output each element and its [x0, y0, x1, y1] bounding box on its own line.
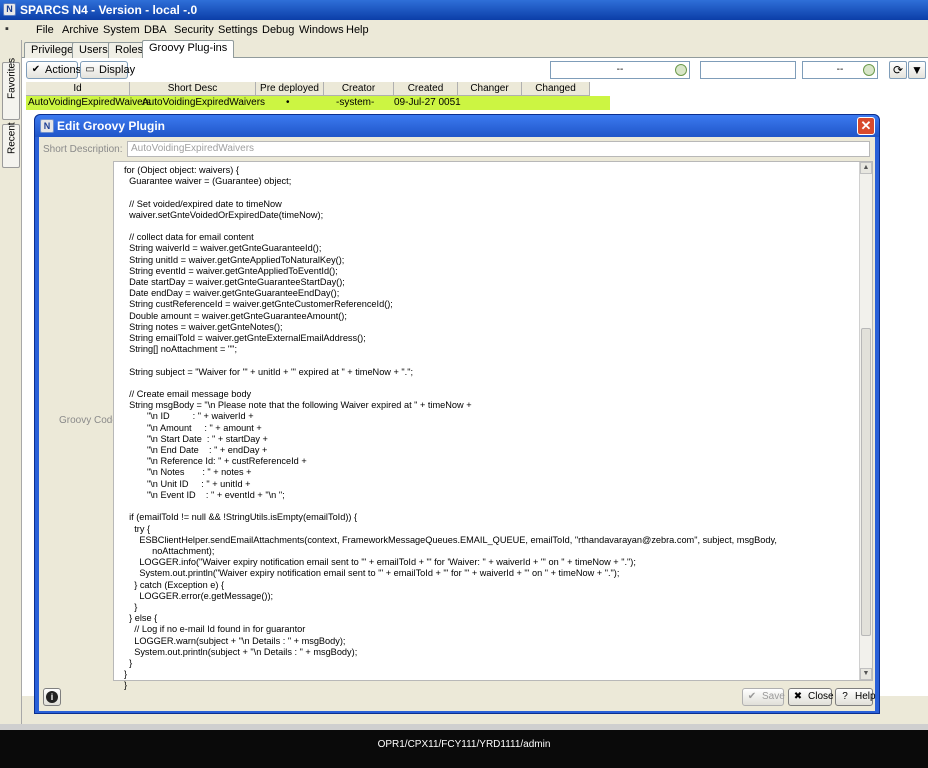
- menu-windows[interactable]: Windows: [299, 24, 344, 36]
- menu-dba[interactable]: DBA: [144, 24, 167, 36]
- status-band: [0, 724, 928, 730]
- window-title-bar: N SPARCS N4 - Version - local -.0: [0, 0, 928, 20]
- menu-debug[interactable]: Debug: [262, 24, 294, 36]
- close-button[interactable]: ✖ Close: [788, 688, 834, 706]
- plugins-table: Id Short Desc Pre deployed Creator Creat…: [22, 82, 928, 110]
- short-desc-label: Short Description:: [43, 144, 123, 155]
- dialog-footer: i ✔ Save ✖ Close ? Help: [39, 685, 876, 711]
- actions-label: Actions: [45, 64, 82, 76]
- dialog-body: Short Description: AutoVoidingExpiredWai…: [39, 137, 876, 711]
- save-checkmark-icon: ✔: [747, 691, 757, 702]
- menu-bar: ▪ File Archive System DBA Security Setti…: [0, 20, 928, 40]
- column-header-changed[interactable]: Changed: [522, 82, 590, 96]
- menu-security[interactable]: Security: [174, 24, 214, 36]
- edit-groovy-plugin-dialog: N Edit Groovy Plugin ✕ Short Description…: [34, 114, 880, 714]
- side-tab-strip: Favorites Recent: [0, 40, 22, 724]
- combo-1-dropdown-icon[interactable]: [675, 64, 687, 76]
- side-tab-favorites[interactable]: Favorites: [2, 57, 20, 120]
- code-vertical-scrollbar[interactable]: ▲ ▼: [859, 162, 872, 680]
- actions-button[interactable]: ✔ Actions: [26, 61, 82, 79]
- status-bar: OPR1/CPX11/FCY111/YRD1111/admin: [0, 724, 928, 768]
- window-title: SPARCS N4 - Version - local -.0: [20, 3, 198, 17]
- tab-bar: Privileges Users Roles Groovy Plug-ins: [22, 40, 928, 59]
- menu-system[interactable]: System: [103, 24, 140, 36]
- menu-file[interactable]: File: [36, 24, 54, 36]
- menu-settings[interactable]: Settings: [218, 24, 258, 36]
- toolbar: ✔ Actions ▭ Display -- -- ⟳ ▼: [22, 58, 928, 82]
- scroll-down-icon[interactable]: ▼: [860, 668, 872, 680]
- cell-id: AutoVoidingExpiredWaivers: [28, 97, 152, 108]
- system-menu-icon[interactable]: ▪: [5, 23, 17, 35]
- dialog-close-icon[interactable]: ✕: [857, 117, 875, 135]
- menu-help[interactable]: Help: [346, 24, 369, 36]
- side-tab-recent[interactable]: Recent: [2, 122, 20, 168]
- filter-text-input[interactable]: [700, 61, 796, 79]
- column-header-short-desc[interactable]: Short Desc: [130, 82, 256, 96]
- dialog-title-bar[interactable]: N Edit Groovy Plugin ✕: [35, 115, 879, 137]
- cell-creator: -system-: [336, 97, 375, 108]
- close-label: Close: [808, 691, 834, 702]
- help-label: Help: [855, 691, 876, 702]
- filter-combo-1-value: --: [616, 64, 624, 75]
- info-button[interactable]: i: [43, 688, 61, 706]
- info-icon: i: [46, 691, 58, 703]
- side-tab-recent-label: Recent: [6, 122, 18, 154]
- column-header-id[interactable]: Id: [26, 82, 130, 96]
- display-icon: ▭: [85, 64, 95, 75]
- filter-funnel-icon[interactable]: ▼: [908, 61, 926, 79]
- short-description-field[interactable]: AutoVoidingExpiredWaivers: [127, 141, 870, 157]
- checkmark-icon: ✔: [31, 64, 41, 75]
- dialog-app-icon: N: [40, 119, 54, 133]
- display-button[interactable]: ▭ Display: [80, 61, 135, 79]
- save-button[interactable]: ✔ Save: [742, 688, 785, 706]
- groovy-code-text[interactable]: for (Object object: waivers) { Guarantee…: [124, 165, 777, 692]
- column-header-changer[interactable]: Changer: [458, 82, 522, 96]
- filter-combo-2-value: --: [836, 64, 844, 75]
- display-label: Display: [99, 64, 136, 76]
- column-header-creator[interactable]: Creator: [324, 82, 394, 96]
- close-x-icon: ✖: [793, 691, 803, 702]
- save-label: Save: [762, 691, 785, 702]
- groovy-code-label: Groovy Code:: [59, 415, 121, 426]
- app-icon: N: [3, 3, 16, 16]
- cell-pre-deployed: •: [286, 97, 290, 108]
- column-header-created[interactable]: Created: [394, 82, 458, 96]
- combo-2-dropdown-icon[interactable]: [863, 64, 875, 76]
- refresh-icon[interactable]: ⟳: [889, 61, 907, 79]
- side-tab-favorites-label: Favorites: [6, 57, 18, 99]
- help-button[interactable]: ? Help: [835, 688, 876, 706]
- help-question-icon: ?: [842, 691, 848, 702]
- groovy-code-editor[interactable]: for (Object object: waivers) { Guarantee…: [113, 161, 873, 690]
- menu-archive[interactable]: Archive: [62, 24, 99, 36]
- scroll-thumb[interactable]: [861, 328, 871, 636]
- cell-created: 09-Jul-27 0051: [394, 97, 461, 108]
- cell-short-desc: AutoVoidingExpiredWaivers: [142, 97, 266, 108]
- scroll-up-icon[interactable]: ▲: [860, 162, 872, 174]
- filter-combo-1[interactable]: --: [550, 61, 690, 79]
- status-text: OPR1/CPX11/FCY111/YRD1111/admin: [377, 739, 551, 750]
- column-header-pre-deployed[interactable]: Pre deployed: [256, 82, 324, 96]
- filter-combo-2[interactable]: --: [802, 61, 878, 79]
- tab-groovy-plugins[interactable]: Groovy Plug-ins: [142, 40, 235, 59]
- dialog-title: Edit Groovy Plugin: [57, 119, 166, 133]
